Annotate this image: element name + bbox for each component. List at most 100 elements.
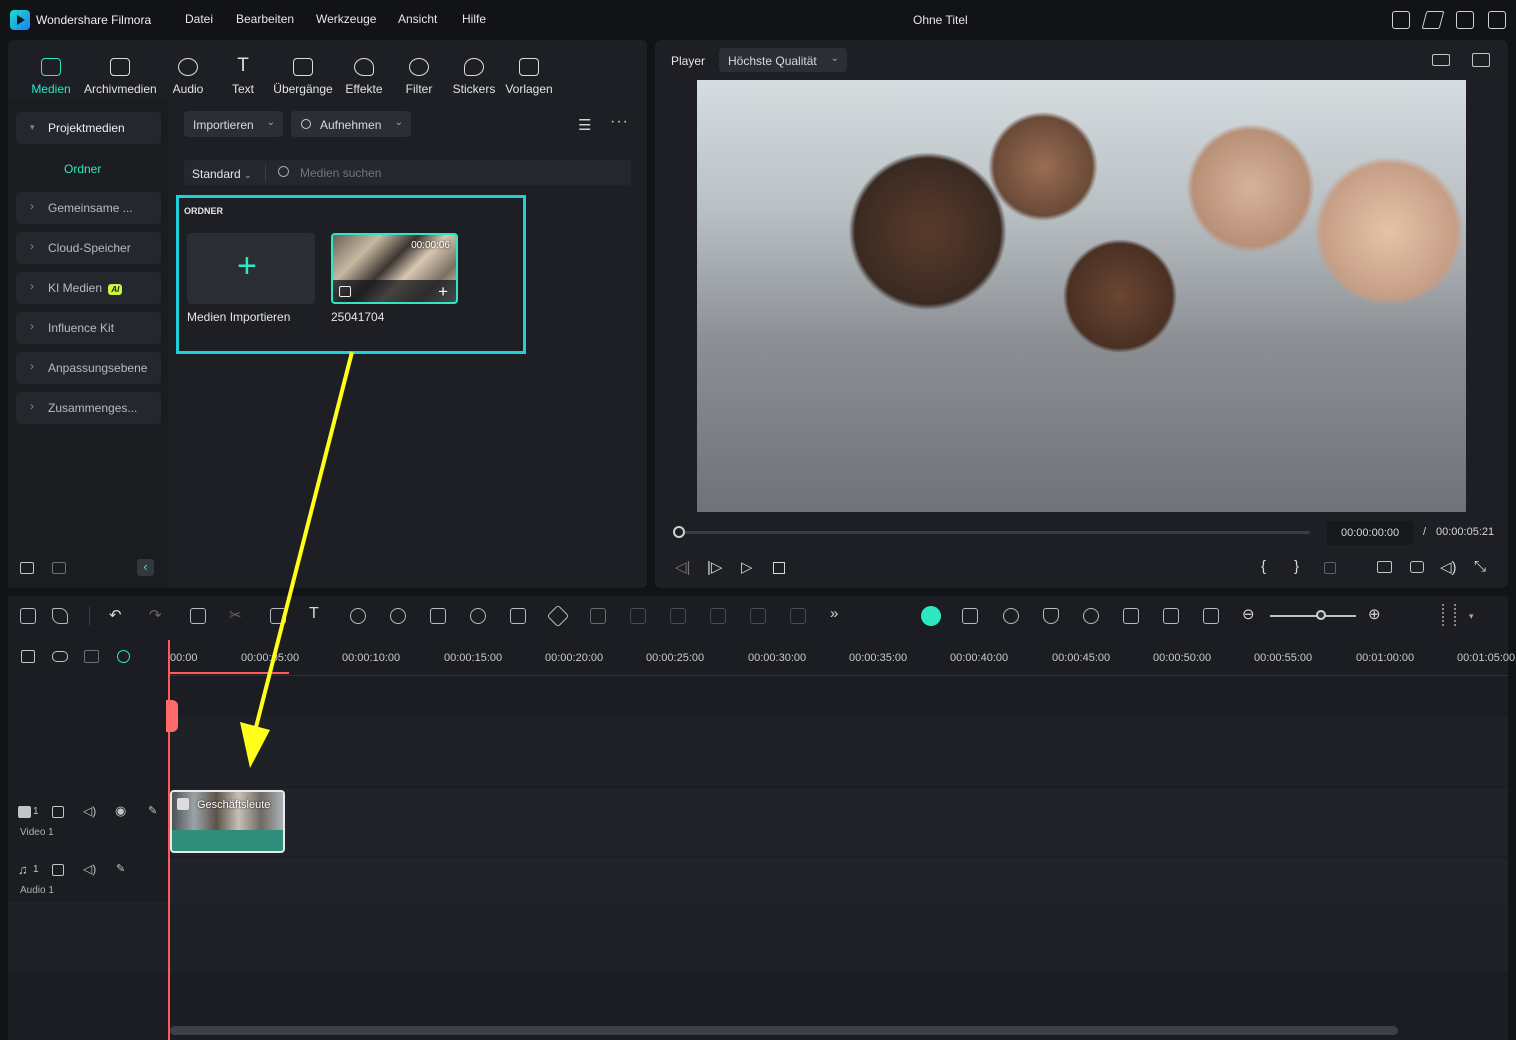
snap-icon[interactable] — [117, 650, 130, 663]
sidebar-item-ki-medien[interactable]: KI Medien AI — [16, 272, 161, 304]
audio-track-1[interactable] — [169, 858, 1508, 902]
record-button[interactable]: Aufnehmen ⌄ — [291, 111, 411, 137]
ai-video-icon[interactable] — [962, 608, 978, 624]
sidebar-item-influence-kit[interactable]: Influence Kit — [16, 312, 161, 344]
archive-icon — [110, 58, 130, 76]
tab-archivmedien[interactable]: Archivmedien — [84, 58, 157, 96]
sidebar-item-ordner[interactable]: Ordner — [64, 162, 101, 176]
playhead-handle[interactable] — [166, 700, 178, 732]
speaker-icon[interactable]: ◁) — [83, 862, 96, 876]
menu-hilfe[interactable]: Hilfe — [462, 12, 486, 26]
send-icon[interactable] — [1421, 11, 1445, 29]
quality-dropdown[interactable]: Höchste Qualität ⌄ — [719, 48, 847, 72]
zoom-in-icon[interactable]: ⊕ — [1368, 605, 1381, 623]
stop-icon[interactable] — [773, 562, 785, 574]
eye-icon[interactable]: ◉ — [115, 803, 126, 819]
collapse-sidebar-icon[interactable]: ‹ — [137, 559, 154, 576]
grid-handle-icon[interactable] — [1442, 604, 1456, 626]
edit-icon[interactable] — [430, 608, 446, 624]
redo-icon[interactable]: ↷ — [149, 606, 162, 624]
player-label: Player — [671, 54, 706, 68]
fit-icon[interactable] — [1203, 608, 1219, 624]
link-icon[interactable] — [52, 651, 68, 662]
mark-out-icon[interactable]: } — [1294, 558, 1299, 575]
timeline-video-clip[interactable]: Geschäftsleute — [170, 790, 285, 853]
menu-bearbeiten[interactable]: Bearbeiten — [236, 12, 294, 26]
folder-icon[interactable] — [52, 562, 66, 574]
select-tool-icon[interactable] — [52, 608, 68, 624]
ai-assistant-icon[interactable] — [921, 606, 941, 626]
more-options-icon[interactable]: ··· — [610, 113, 629, 131]
sidebar-item-projektmedien[interactable]: Projektmedien — [16, 112, 161, 144]
gift-icon[interactable] — [1392, 11, 1410, 29]
auto-reframe-icon[interactable] — [510, 608, 526, 624]
magic-wand-icon[interactable]: ✎ — [116, 862, 125, 875]
zoom-slider-handle[interactable] — [1316, 610, 1326, 620]
ruler-label: 00:00:30:00 — [748, 652, 807, 664]
zoom-slider[interactable] — [1270, 615, 1356, 617]
replace-icon[interactable] — [1163, 608, 1179, 624]
image-icon[interactable] — [1472, 53, 1490, 67]
clip-title: Geschäftsleute — [197, 799, 271, 811]
undo-icon[interactable]: ↶ — [109, 606, 122, 624]
more-tools-icon[interactable]: » — [830, 605, 838, 622]
search-input[interactable] — [300, 164, 600, 182]
playback-scrubber[interactable] — [680, 531, 1310, 534]
shield-icon[interactable] — [1043, 608, 1059, 624]
speaker-icon[interactable]: ◁) — [83, 804, 96, 818]
new-folder-icon[interactable] — [20, 562, 34, 574]
filter-sort-icon[interactable]: ☰ — [578, 116, 591, 134]
add-track-icon[interactable] — [21, 650, 35, 663]
track-manager-icon[interactable] — [84, 650, 99, 663]
sidebar-item-zusammengesetzt[interactable]: Zusammenges... — [16, 392, 161, 424]
tab-text[interactable]: T Text — [211, 56, 275, 96]
play-icon[interactable]: ▷ — [741, 558, 753, 576]
lock-icon[interactable] — [52, 806, 64, 818]
scrubber-handle[interactable] — [673, 526, 685, 538]
layout-toggle-icon[interactable] — [20, 608, 36, 624]
next-frame-icon[interactable]: |▷ — [707, 558, 722, 576]
layout-icon[interactable] — [1488, 11, 1506, 29]
mask-icon[interactable] — [790, 608, 806, 624]
marker-icon[interactable] — [1324, 562, 1336, 574]
stabilize-icon[interactable] — [710, 608, 726, 624]
silence-icon[interactable] — [670, 608, 686, 624]
display-icon[interactable] — [1377, 561, 1392, 573]
magic-wand-icon[interactable]: ✎ — [148, 804, 157, 817]
tab-uebergaenge[interactable]: Übergänge — [271, 58, 335, 96]
lock-icon[interactable] — [52, 864, 64, 876]
filmora-logo-icon — [10, 10, 30, 30]
zoom-out-icon[interactable]: ⊖ — [1242, 605, 1255, 623]
delete-icon[interactable] — [190, 608, 206, 624]
chevron-down-icon: ⌄ — [394, 117, 403, 128]
menu-werkzeuge[interactable]: Werkzeuge — [316, 12, 376, 26]
color-icon[interactable] — [390, 608, 406, 624]
denoise-icon[interactable] — [750, 608, 766, 624]
sidebar-item-gemeinsame[interactable]: Gemeinsame ... — [16, 192, 161, 224]
import-button[interactable]: Importieren ⌄ — [184, 111, 283, 137]
grid-view-icon[interactable] — [1432, 54, 1450, 66]
microphone-icon[interactable] — [1083, 608, 1099, 624]
mark-in-icon[interactable]: { — [1261, 558, 1266, 575]
render-icon[interactable] — [1003, 608, 1019, 624]
music-list-icon[interactable] — [1123, 608, 1139, 624]
chevron-down-icon[interactable]: ▾ — [1469, 611, 1474, 622]
fullscreen-icon[interactable]: ⤡ — [1474, 558, 1486, 575]
menu-datei[interactable]: Datei — [185, 12, 213, 26]
audio-wave-icon[interactable] — [630, 608, 646, 624]
empty-track[interactable] — [169, 716, 1508, 786]
menu-ansicht[interactable]: Ansicht — [398, 12, 437, 26]
previous-frame-icon[interactable]: ◁| — [675, 558, 690, 576]
timeline-scrollbar[interactable] — [170, 1026, 1398, 1035]
video-track-1[interactable] — [169, 788, 1508, 856]
timer-icon[interactable] — [470, 608, 486, 624]
adjust-icon[interactable] — [590, 608, 606, 624]
save-cloud-icon[interactable] — [1456, 11, 1474, 29]
sidebar-item-cloud[interactable]: Cloud-Speicher — [16, 232, 161, 264]
snapshot-icon[interactable] — [1410, 561, 1424, 573]
tab-medien[interactable]: Medien — [19, 58, 83, 96]
sort-dropdown[interactable]: Standard ⌄ — [192, 167, 252, 181]
volume-icon[interactable]: ◁) — [1440, 558, 1457, 576]
tab-vorlagen[interactable]: Vorlagen — [497, 58, 561, 96]
sidebar-item-anpassungsebene[interactable]: Anpassungsebene — [16, 352, 161, 384]
